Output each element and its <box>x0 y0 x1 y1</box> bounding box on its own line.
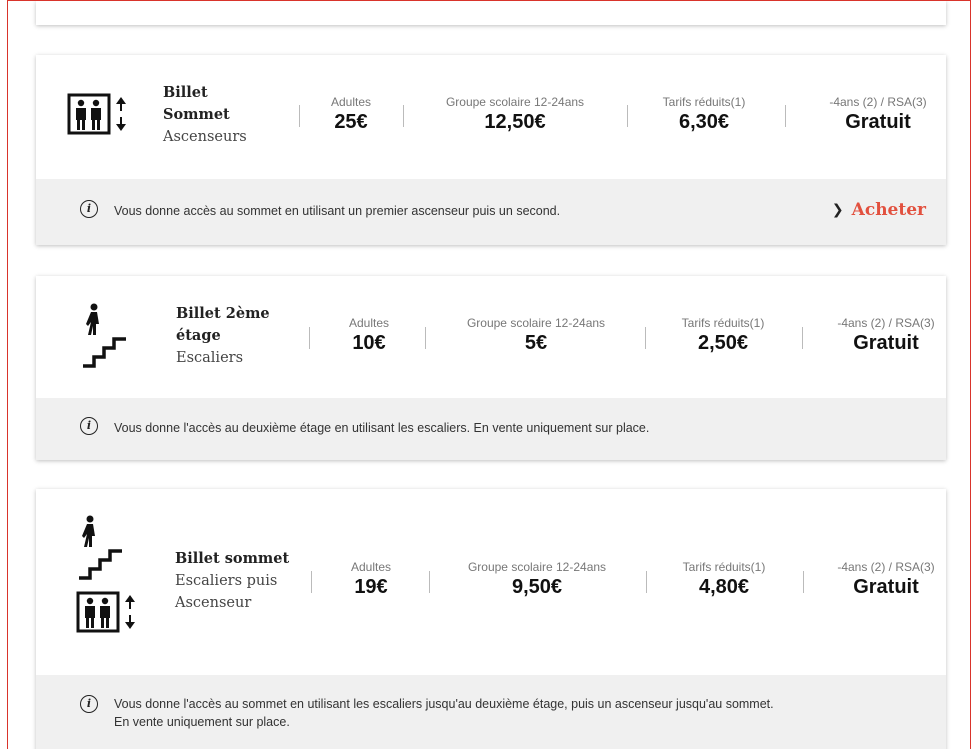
buy-button[interactable]: ❯ Acheter <box>832 200 926 220</box>
price-tarifs-reduits: Tarifs réduits(1) 2,50€ <box>682 316 765 355</box>
ticket-info-text: Vous donne l'accès au deuxième étage en … <box>114 421 650 435</box>
price-label: Adultes <box>330 95 372 109</box>
price-label: -4ans (2) / RSA(3) <box>829 95 927 109</box>
ticket-title-line: étage <box>176 327 221 344</box>
ticket-subtitle-line: Ascenseur <box>175 595 252 611</box>
price-label: Adultes <box>350 560 392 574</box>
ticket-title-line: Billet <box>163 84 208 101</box>
ticket-info-text: Vous donne l'accès au sommet en utilisan… <box>114 695 774 731</box>
price-adultes: Adultes 10€ <box>349 316 389 355</box>
ticket-name: Billet Sommet Ascenseurs <box>163 82 247 148</box>
divider <box>802 327 803 349</box>
ticket-name: Billet 2ème étage Escaliers <box>176 303 270 369</box>
ticket-card-2eme-etage-escaliers: Billet 2ème étage Escaliers Adultes 10€ … <box>36 276 946 460</box>
previous-card-bottom <box>36 1 946 25</box>
price-label: Tarifs réduits(1) <box>681 316 765 330</box>
price-label: Groupe scolaire 12-24ans <box>445 95 585 109</box>
price-tarifs-reduits: Tarifs réduits(1) 4,80€ <box>683 560 766 599</box>
price-value: Gratuit <box>853 332 919 354</box>
price-label: -4ans (2) / RSA(3) <box>837 560 935 574</box>
ticket-card-sommet-escaliers-ascenseur: Billet sommet Escaliers puis Ascenseur A… <box>36 489 946 749</box>
price-value: 19€ <box>354 576 388 598</box>
ticket-info-line: En vente uniquement sur place. <box>114 715 290 729</box>
elevator-icon <box>76 591 135 633</box>
ticket-info-bar: i Vous donne l'accès au sommet en utilis… <box>36 675 946 749</box>
chevron-right-icon: ❯ <box>831 202 844 218</box>
divider <box>403 105 404 127</box>
price-label: -4ans (2) / RSA(3) <box>837 316 935 330</box>
elevator-icon <box>67 93 126 135</box>
price-value: 12,50€ <box>484 111 546 133</box>
price-value: 9,50€ <box>511 576 563 598</box>
divider <box>309 327 310 349</box>
ticket-card-sommet-ascenseurs: Billet Sommet Ascenseurs Adultes 25€ Gro… <box>36 55 946 245</box>
ticket-info-bar: i Vous donne l'accès au deuxième étage e… <box>36 398 946 460</box>
price-label: Groupe scolaire 12-24ans <box>466 316 606 330</box>
price-adultes: Adultes 25€ <box>331 95 371 134</box>
ticket-subtitle-line: Escaliers puis <box>175 573 278 589</box>
stairs-icon <box>79 515 122 580</box>
divider <box>785 105 786 127</box>
info-icon: i <box>80 695 98 713</box>
price-value: 25€ <box>334 111 368 133</box>
divider <box>429 571 430 593</box>
ticket-card-main: Billet Sommet Ascenseurs Adultes 25€ Gro… <box>36 55 946 179</box>
ticket-subtitle: Ascenseurs <box>163 129 247 145</box>
divider <box>425 327 426 349</box>
ticket-subtitle: Escaliers <box>176 350 244 366</box>
price-value: Gratuit <box>853 576 919 598</box>
divider <box>646 571 647 593</box>
price-tarifs-reduits: Tarifs réduits(1) 6,30€ <box>663 95 746 134</box>
price-label: Tarifs réduits(1) <box>662 95 746 109</box>
price-groupe-scolaire: Groupe scolaire 12-24ans 5€ <box>467 316 605 355</box>
info-icon: i <box>80 417 98 435</box>
divider <box>299 105 300 127</box>
ticket-name: Billet sommet Escaliers puis Ascenseur <box>175 548 289 614</box>
divider <box>803 571 804 593</box>
ticket-info-line: Vous donne l'accès au sommet en utilisan… <box>114 697 774 711</box>
ticket-title-line: Billet sommet <box>175 550 290 567</box>
price-label: Adultes <box>348 316 390 330</box>
ticket-title-line: Billet 2ème <box>176 305 270 322</box>
divider <box>311 571 312 593</box>
price-value: 2,50€ <box>697 332 749 354</box>
price-value: Gratuit <box>845 111 911 133</box>
price-label: Tarifs réduits(1) <box>682 560 766 574</box>
price-value: 5€ <box>524 332 548 354</box>
price-gratuit: -4ans (2) / RSA(3) Gratuit <box>837 316 934 355</box>
price-label: Groupe scolaire 12-24ans <box>467 560 607 574</box>
price-gratuit: -4ans (2) / RSA(3) Gratuit <box>829 95 926 134</box>
ticket-card-main: Billet 2ème étage Escaliers Adultes 10€ … <box>36 276 946 398</box>
divider <box>645 327 646 349</box>
price-value: 4,80€ <box>698 576 750 598</box>
price-groupe-scolaire: Groupe scolaire 12-24ans 12,50€ <box>446 95 584 134</box>
ticket-card-main: Billet sommet Escaliers puis Ascenseur A… <box>36 489 946 675</box>
page-frame: Billet Sommet Ascenseurs Adultes 25€ Gro… <box>7 0 971 749</box>
info-icon: i <box>80 200 98 218</box>
ticket-title-line: Sommet <box>163 106 230 123</box>
stairs-icon <box>83 303 126 368</box>
price-adultes: Adultes 19€ <box>351 560 391 599</box>
buy-button-label: Acheter <box>851 200 926 220</box>
price-value: 6,30€ <box>678 111 730 133</box>
price-groupe-scolaire: Groupe scolaire 12-24ans 9,50€ <box>468 560 606 599</box>
ticket-info-bar: i Vous donne accès au sommet en utilisan… <box>36 179 946 245</box>
price-value: 10€ <box>352 332 386 354</box>
price-gratuit: -4ans (2) / RSA(3) Gratuit <box>837 560 934 599</box>
ticket-info-text: Vous donne accès au sommet en utilisant … <box>114 204 561 218</box>
divider <box>627 105 628 127</box>
